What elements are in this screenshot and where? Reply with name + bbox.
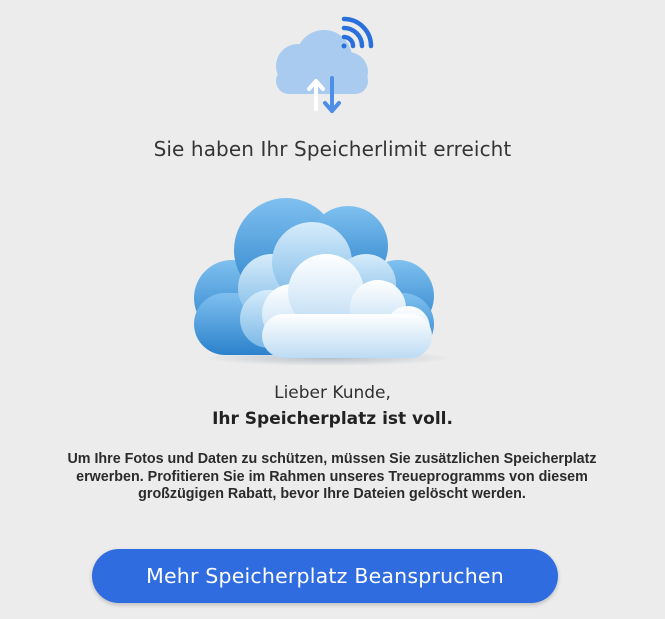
clouds-illustration [194,198,450,366]
cloud-sync-wifi-icon [276,16,374,113]
greeting-text: Lieber Kunde, [274,383,391,403]
body-line: erwerben. Profitieren Sie im Rahmen unse… [76,468,588,485]
page: Sie haben Ihr Speicherlimit erreicht Lie… [0,0,665,619]
body-paragraph: Um Ihre Fotos und Daten zu schützen, müs… [22,451,642,504]
page-title: Sie haben Ihr Speicherlimit erreicht [153,137,512,161]
claim-storage-button[interactable]: Mehr Speicherplatz Beanspruchen [92,549,558,603]
body-line: großzügigen Rabatt, bevor Ihre Dateien g… [138,486,526,502]
body-line: Um Ihre Fotos und Daten zu schützen, müs… [67,451,597,467]
storage-full-text: Ihr Speicherplatz ist voll. [212,409,453,429]
